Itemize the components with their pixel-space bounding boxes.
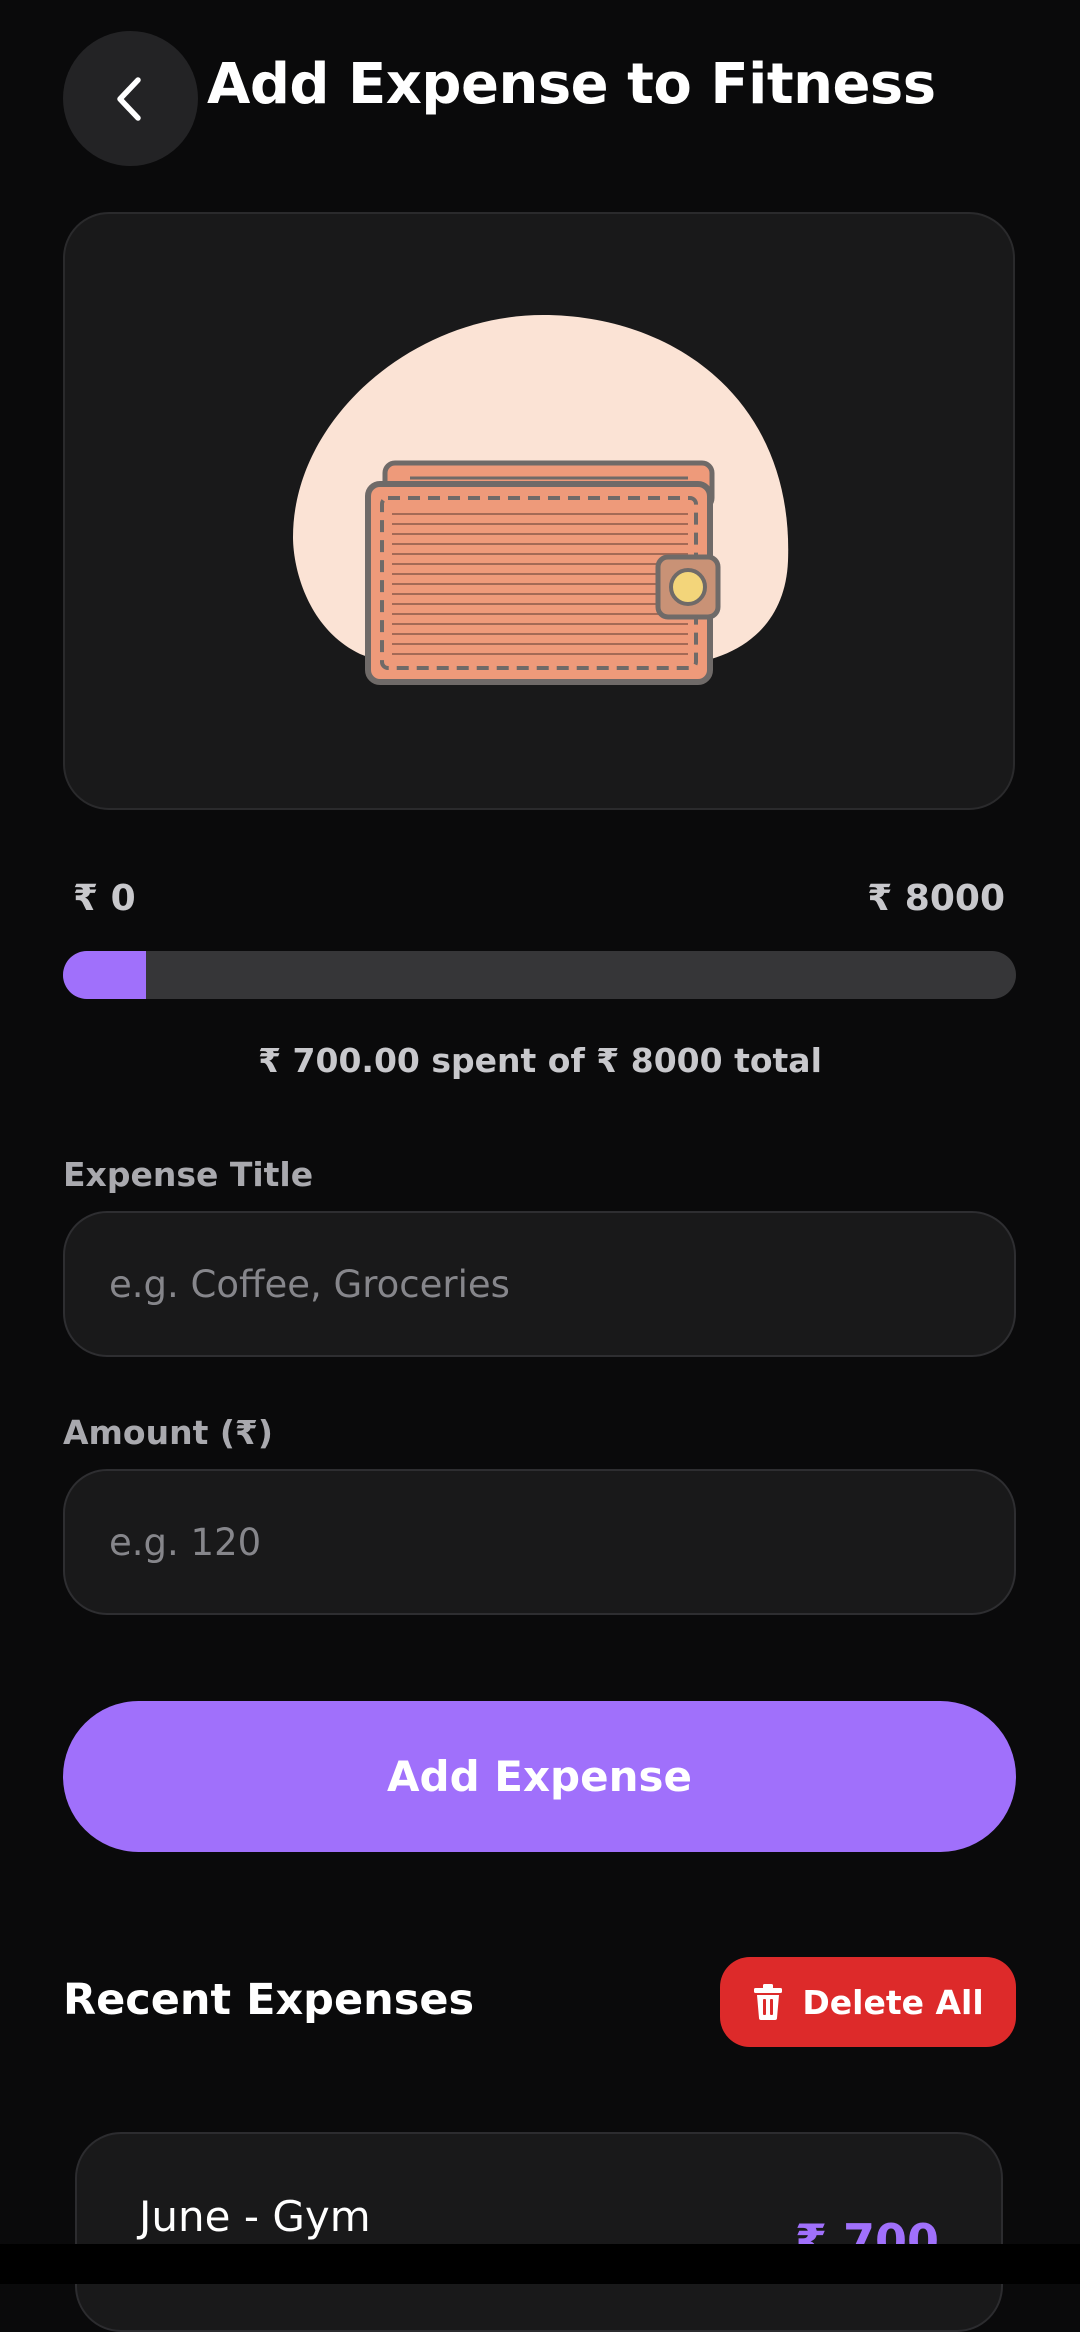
recent-expenses-heading: Recent Expenses — [63, 1975, 475, 2025]
page-title: Add Expense to Fitness — [207, 52, 936, 117]
back-button[interactable] — [63, 31, 198, 166]
budget-progress-bar — [63, 951, 1016, 999]
expense-title-input[interactable] — [63, 1211, 1016, 1357]
illustration-card — [63, 212, 1015, 810]
budget-summary: ₹ 700.00 spent of ₹ 8000 total — [258, 1041, 822, 1080]
expense-title-label: Expense Title — [63, 1155, 314, 1194]
budget-progress-fill — [63, 951, 147, 999]
budget-min-label: ₹ 0 — [73, 878, 136, 919]
budget-max-label: ₹ 8000 — [867, 878, 1005, 919]
navigation-bar-background — [0, 2244, 1080, 2284]
amount-label: Amount (₹) — [63, 1413, 273, 1452]
amount-input[interactable] — [63, 1469, 1016, 1615]
expense-list-item[interactable]: June - Gym ₹ 700 — [75, 2132, 1003, 2332]
expense-name: June - Gym — [139, 2192, 371, 2241]
delete-all-button[interactable]: Delete All — [720, 1957, 1016, 2047]
trash-icon — [754, 1984, 783, 2020]
add-expense-button[interactable]: Add Expense — [63, 1701, 1016, 1852]
chevron-left-icon — [116, 76, 141, 121]
delete-all-label: Delete All — [802, 1982, 984, 2022]
wallet-icon — [293, 315, 789, 685]
